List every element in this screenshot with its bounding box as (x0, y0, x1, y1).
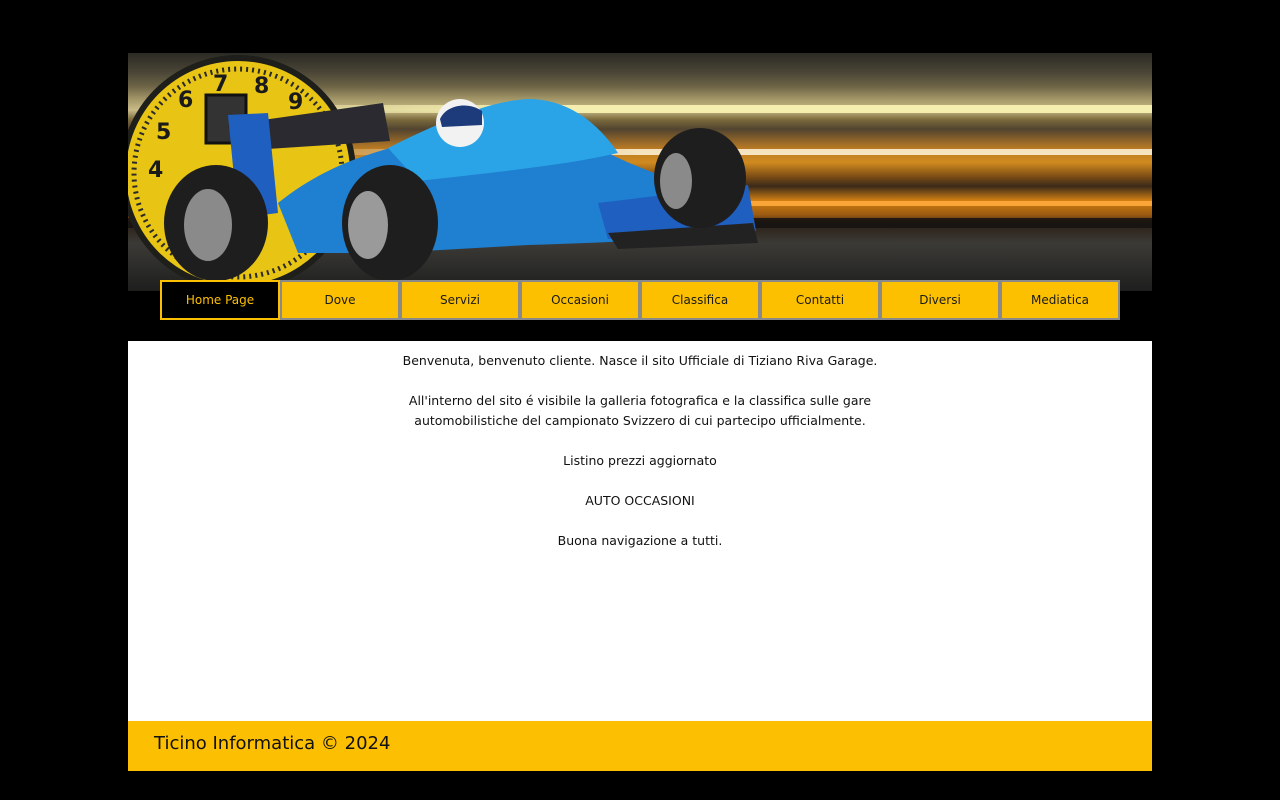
gauge-number: 9 (288, 90, 303, 115)
gauge-number: 8 (254, 74, 269, 99)
nav-mediatica[interactable]: Mediatica (1000, 280, 1120, 320)
main-navigation: Home Page Dove Servizi Occasioni Classif… (160, 280, 1120, 320)
gallery-text-line: All'interno del sito é visibile la galle… (408, 393, 872, 408)
main-content: Benvenuta, benvenuto cliente. Nasce il s… (128, 341, 1152, 721)
gallery-text-line: automobilistiche del campionato Svizzero… (414, 413, 866, 428)
content-text-block: Benvenuta, benvenuto cliente. Nasce il s… (390, 351, 890, 571)
race-car-illustration: 4 5 6 7 8 9 (128, 55, 758, 291)
gauge-number: 4 (148, 158, 163, 183)
closing-text: Buona navigazione a tutti. (557, 533, 723, 548)
footer-copyright: Ticino Informatica © 2024 (154, 733, 391, 754)
nav-servizi[interactable]: Servizi (400, 280, 520, 320)
gallery-text: All'interno del sito é visibile la galle… (390, 391, 890, 431)
welcome-text: Benvenuta, benvenuto cliente. Nasce il s… (402, 353, 878, 368)
page-container: 4 5 6 7 8 9 Home Page Dove Servizi Occas… (128, 53, 1152, 771)
nav-contatti[interactable]: Contatti (760, 280, 880, 320)
gauge-number: 5 (156, 120, 171, 145)
formula-car (164, 99, 758, 281)
gauge-number: 6 (178, 88, 193, 113)
nav-classifica[interactable]: Classifica (640, 280, 760, 320)
price-list-text: Listino prezzi aggiornato (563, 453, 717, 468)
footer: Ticino Informatica © 2024 (128, 721, 1152, 771)
used-cars-text: AUTO OCCASIONI (585, 493, 695, 508)
nav-home-page[interactable]: Home Page (160, 280, 280, 320)
gauge-number: 7 (213, 72, 228, 97)
nav-diversi[interactable]: Diversi (880, 280, 1000, 320)
nav-occasioni[interactable]: Occasioni (520, 280, 640, 320)
nav-dove[interactable]: Dove (280, 280, 400, 320)
header-banner: 4 5 6 7 8 9 (128, 53, 1152, 291)
